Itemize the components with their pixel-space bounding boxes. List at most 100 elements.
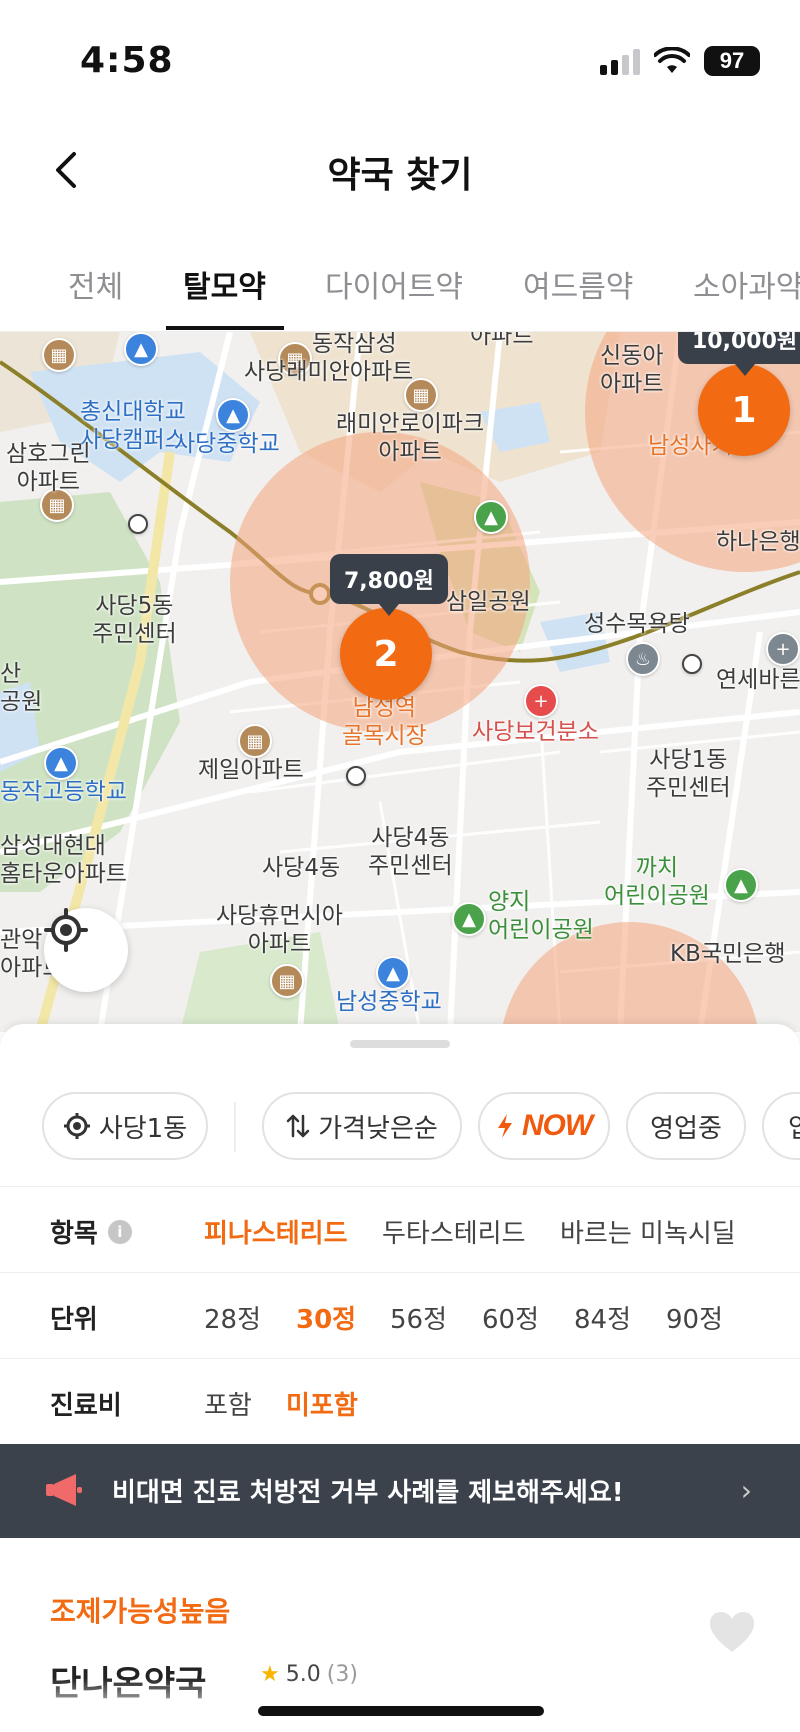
- park-pin-icon: ▲: [724, 868, 758, 902]
- unit-option[interactable]: 90정: [666, 1299, 723, 1336]
- pharmacy-cluster-marker[interactable]: 2: [340, 608, 432, 700]
- school-pin-icon: ▲: [216, 398, 250, 432]
- map-label: 아파트: [470, 332, 534, 349]
- location-target-icon: [44, 908, 88, 952]
- school-pin-icon: ▲: [44, 746, 78, 780]
- price-tag[interactable]: 7,800원: [330, 554, 448, 616]
- school-pin-icon: ▲: [376, 956, 410, 990]
- item-option-minoxidil[interactable]: 바르는 미녹시딜: [560, 1213, 736, 1250]
- fee-option-excluded[interactable]: 미포함: [286, 1385, 358, 1422]
- fee-option-included[interactable]: 포함: [204, 1385, 252, 1422]
- sheet-handle[interactable]: [350, 1040, 450, 1048]
- map-label: 제일아파트: [198, 757, 304, 783]
- map-label: 사당중학교: [174, 431, 280, 457]
- bath-pin-icon: ♨: [626, 642, 660, 676]
- bottom-sheet: 사당1동 가격낮은순 NOW 영업중 입 항목 i 피나스테리드 두타스테리드: [0, 1024, 800, 1732]
- map-label: 동작고등학교: [0, 779, 127, 805]
- unit-option[interactable]: 84정: [574, 1299, 631, 1336]
- filter-row-unit: 단위 28정 30정 56정 60정 84정 90정: [0, 1272, 800, 1358]
- map-label: 성수목욕탕: [584, 611, 690, 637]
- sort-chip-label: 가격낮은순: [318, 1113, 438, 1144]
- pharmacy-cluster-marker[interactable]: 1: [698, 364, 790, 456]
- wifi-icon: [654, 47, 690, 73]
- signal-icon: [600, 47, 640, 75]
- map-label: 사당보건분소: [472, 719, 599, 745]
- tab-indicator: [166, 326, 284, 330]
- map-label: 삼성대현대 홈타운아파트: [0, 833, 127, 887]
- status-bar: 4:58 97: [0, 0, 800, 120]
- unit-option[interactable]: 28정: [204, 1299, 261, 1336]
- open-now-chip[interactable]: 영업중: [626, 1092, 746, 1160]
- map-label: KB국민은행: [670, 941, 786, 967]
- location-chip-label: 사당1동: [98, 1113, 188, 1144]
- availability-badge: 조제가능성높음: [50, 1595, 231, 1628]
- location-chip[interactable]: 사당1동: [42, 1092, 208, 1160]
- filter-label-unit: 단위: [50, 1299, 98, 1336]
- filter-label-text: 진료비: [50, 1391, 122, 1421]
- map-view[interactable]: ▦ ▦ ▲ ▲ ▦ ▦ ▲ ♨ + + ▦ ▲ ▲ ▲ ▦ ▲ 동작삼성 사당래…: [0, 332, 800, 1032]
- report-banner[interactable]: 비대면 진료 처방전 거부 사례를 제보해주세요! ›: [0, 1444, 800, 1538]
- map-label: 연세바른: [716, 667, 800, 693]
- item-option-dutasteride[interactable]: 두타스테리드: [382, 1213, 526, 1250]
- chip-divider: [234, 1102, 236, 1152]
- filter-row-fee: 진료비 포함 미포함: [0, 1358, 800, 1444]
- header: 약국 찾기: [0, 120, 800, 220]
- sort-arrows-icon: [286, 1114, 310, 1138]
- open-now-chip-label: 영업중: [650, 1113, 722, 1144]
- unit-option[interactable]: 60정: [482, 1299, 539, 1336]
- map-label: 까치 어린이공원: [604, 855, 710, 909]
- map-label: 사당4동: [262, 855, 341, 881]
- tab-all[interactable]: 전체: [68, 262, 123, 306]
- filter-label-fee: 진료비: [50, 1385, 122, 1422]
- tab-hair-loss[interactable]: 탈모약: [183, 262, 266, 306]
- more-filter-chip-label: 입: [788, 1113, 800, 1144]
- community-center-pin-icon: [346, 766, 366, 786]
- map-label: 남성역 골목시장: [342, 695, 427, 749]
- park-pin-icon: ▲: [474, 500, 508, 534]
- map-label: 래미안로이파크 아파트: [336, 411, 485, 465]
- heart-icon[interactable]: [708, 1610, 756, 1654]
- filter-label-item: 항목 i: [50, 1213, 132, 1250]
- filter-label-text: 항목: [50, 1219, 98, 1249]
- filter-chips: 사당1동 가격낮은순 NOW 영업중 입: [0, 1092, 800, 1164]
- apartment-pin-icon: ▦: [270, 964, 304, 998]
- community-center-pin-icon: [128, 514, 148, 534]
- map-label: 하나은행: [716, 529, 800, 555]
- item-option-finasteride[interactable]: 피나스테리드: [204, 1213, 348, 1250]
- map-label: 신동아 아파트: [600, 343, 664, 397]
- map-label: 사당4동 주민센터: [368, 825, 453, 879]
- category-tabs: 전체 탈모약 다이어트약 여드름약 소아과약: [0, 240, 800, 332]
- map-label: 양지 어린이공원: [488, 889, 594, 943]
- info-icon[interactable]: i: [107, 1219, 132, 1244]
- map-label: 산 공원: [0, 661, 43, 715]
- status-icons: 97: [600, 46, 760, 76]
- hospital-pin-icon: +: [766, 632, 800, 666]
- community-center-pin-icon: [682, 654, 702, 674]
- unit-option[interactable]: 30정: [296, 1299, 356, 1336]
- pharmacy-list-item[interactable]: 조제가능성높음 단나온약국 ★ 5.0 (3): [0, 1538, 800, 1732]
- health-center-pin-icon: +: [524, 684, 558, 718]
- park-pin-icon: ▲: [452, 902, 486, 936]
- sort-chip[interactable]: 가격낮은순: [262, 1092, 462, 1160]
- more-filter-chip[interactable]: 입: [762, 1092, 800, 1160]
- map-label: 동작삼성: [312, 332, 397, 357]
- map-label: 사당휴먼시아 아파트: [216, 903, 343, 957]
- current-location-button[interactable]: [44, 908, 128, 992]
- apartment-pin-icon: ▦: [42, 338, 76, 372]
- now-chip[interactable]: NOW: [478, 1092, 610, 1160]
- tab-acne[interactable]: 여드름약: [523, 262, 633, 306]
- apartment-pin-icon: ▦: [238, 724, 272, 758]
- map-label: 삼일공원: [446, 589, 531, 615]
- location-target-icon: [63, 1113, 90, 1139]
- map-label: 사당5동 주민센터: [92, 593, 177, 647]
- list-fade: [0, 1678, 800, 1732]
- tab-pediatric[interactable]: 소아과약: [693, 262, 800, 306]
- battery-icon: 97: [704, 46, 760, 76]
- map-label: 사당래미안아파트: [244, 359, 414, 385]
- unit-option[interactable]: 56정: [390, 1299, 447, 1336]
- chevron-right-icon: ›: [740, 1474, 752, 1507]
- megaphone-icon: [46, 1474, 82, 1506]
- price-tag[interactable]: 10,000원: [678, 332, 800, 376]
- home-indicator: [258, 1706, 544, 1716]
- tab-diet[interactable]: 다이어트약: [325, 262, 463, 306]
